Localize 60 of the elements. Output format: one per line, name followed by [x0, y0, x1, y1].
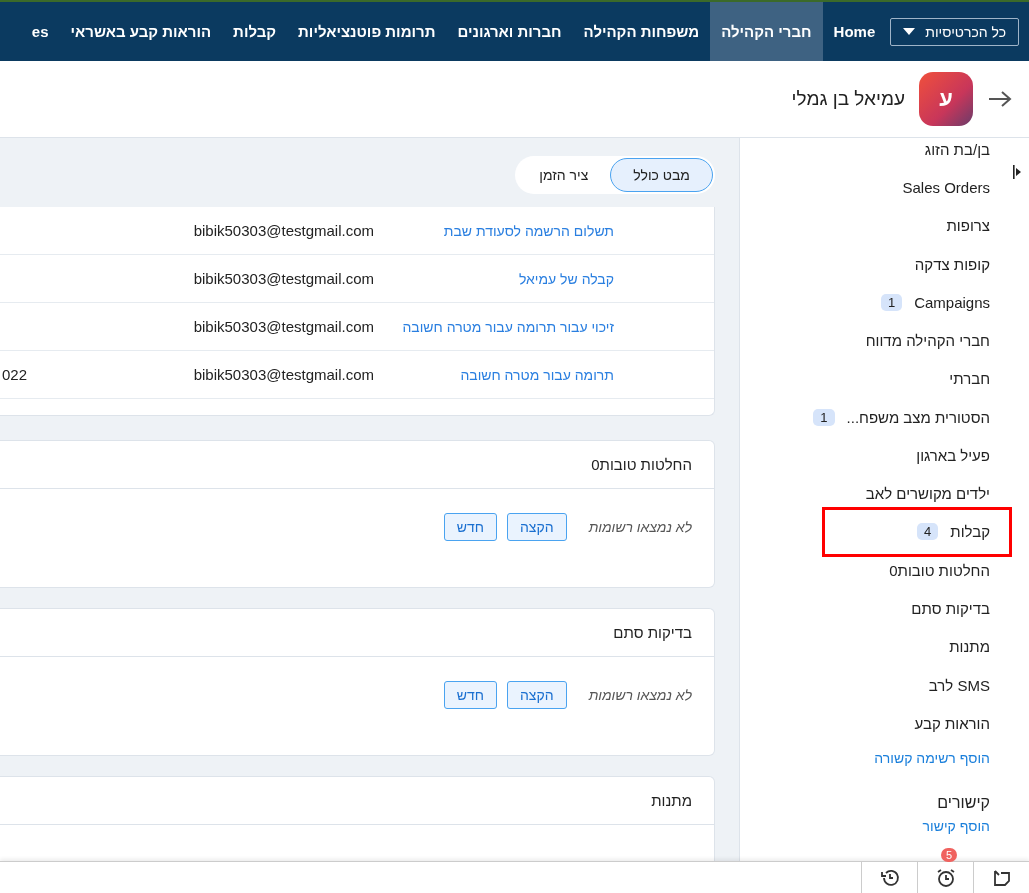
sidebar-item[interactable]: קבלות [950, 523, 990, 541]
tabs-dropdown[interactable]: כל הכרטיסיות [890, 17, 1019, 46]
view-tab[interactable]: ציר הזמן [517, 158, 611, 192]
nav-tab[interactable]: תרומות פוטנציאליות [287, 2, 447, 61]
sidebar-item[interactable]: בן/בת הזוג [924, 140, 990, 158]
sidebar-item[interactable]: SMS לרב [928, 676, 990, 694]
note-icon[interactable] [991, 867, 1012, 888]
receipt-link[interactable]: קבלה של עמיאל [374, 270, 714, 287]
sidebar-item[interactable]: חברתי [949, 370, 990, 388]
sidebar-item[interactable]: הוראות קבע [914, 714, 990, 732]
card-title: החלטות טובות0 [0, 441, 714, 489]
view-tab[interactable]: מבט כולל [610, 158, 713, 192]
nav-tab[interactable]: חברי הקהילה [710, 2, 823, 61]
nav-tab[interactable]: es [20, 2, 60, 61]
arrow-right-icon[interactable] [987, 89, 1013, 109]
sidebar-item[interactable]: צרופות [946, 217, 990, 235]
history-icon[interactable] [879, 867, 900, 888]
collapse-toggle-icon[interactable] [1013, 164, 1021, 180]
table-cell-text: bibik50303@testgmail.com [192, 222, 374, 239]
card-title: מתנות [0, 777, 714, 825]
card-button[interactable]: חדש [443, 681, 497, 709]
sidebar-item[interactable]: Campaigns [914, 293, 990, 311]
table-cell-text: bibik50303@testgmail.com [192, 270, 374, 287]
sidebar-item[interactable]: הסטורית מצב משפח... [846, 408, 990, 426]
receipt-link[interactable]: תשלום הרשמה לסעודת שבת [374, 222, 714, 239]
sidebar-item[interactable]: ילדים מקושרים לאב [865, 485, 990, 503]
sidebar-item[interactable]: מתנות [949, 638, 990, 656]
add-related-list-link[interactable]: הוסף רשימה קשורה [874, 750, 990, 767]
nav-tab[interactable]: הוראות קבע באשראי [59, 2, 223, 61]
sidebar-item[interactable]: חברי הקהילה מדווח [865, 332, 990, 350]
card-button[interactable]: הקצה [507, 513, 567, 541]
nav-tab[interactable]: משפחות הקהילה [572, 2, 711, 61]
links-heading: קישורים [937, 794, 990, 813]
count-badge: 1 [880, 293, 903, 311]
alarm-clock-icon[interactable] [935, 867, 956, 888]
table-cell-text: bibik50303@testgmail.com [192, 318, 374, 335]
table-cell-text: bibik50303@testgmail.com [192, 366, 374, 383]
record-name: עמיאל בן גמלי [791, 88, 905, 110]
avatar: ע [919, 72, 973, 126]
sidebar-item[interactable]: Sales Orders [902, 178, 990, 196]
add-link[interactable]: הוסף קישור [922, 818, 990, 835]
caret-icon [903, 28, 916, 35]
receipt-link[interactable]: זיכוי עבור תרומה עבור מטרה חשובה [374, 318, 714, 335]
sidebar-item[interactable]: בדיקות סתם [911, 599, 990, 617]
sidebar-item[interactable]: קופות צדקה [914, 255, 990, 273]
sidebar-item[interactable]: פעיל בארגון [916, 447, 990, 464]
count-badge: 4 [917, 523, 939, 541]
empty-message: לא נמצאו רשומות [588, 519, 692, 535]
nav-tab[interactable]: חברות וארגונים [446, 2, 573, 61]
card-title: בדיקות סתם [0, 609, 714, 657]
table-cell-text: 022 [1, 366, 29, 383]
empty-message: לא נמצאו רשומות [588, 687, 692, 703]
count-badge: 1 [813, 408, 835, 426]
notification-badge: 5 [940, 848, 957, 862]
nav-tab[interactable]: קבלות [222, 2, 288, 61]
card-button[interactable]: חדש [443, 513, 497, 541]
card-button[interactable]: הקצה [507, 681, 567, 709]
sidebar-item[interactable]: החלטות טובות0 [889, 561, 990, 579]
receipt-link[interactable]: תרומה עבור מטרה חשובה [374, 366, 714, 383]
nav-tab[interactable]: Home [822, 2, 887, 61]
